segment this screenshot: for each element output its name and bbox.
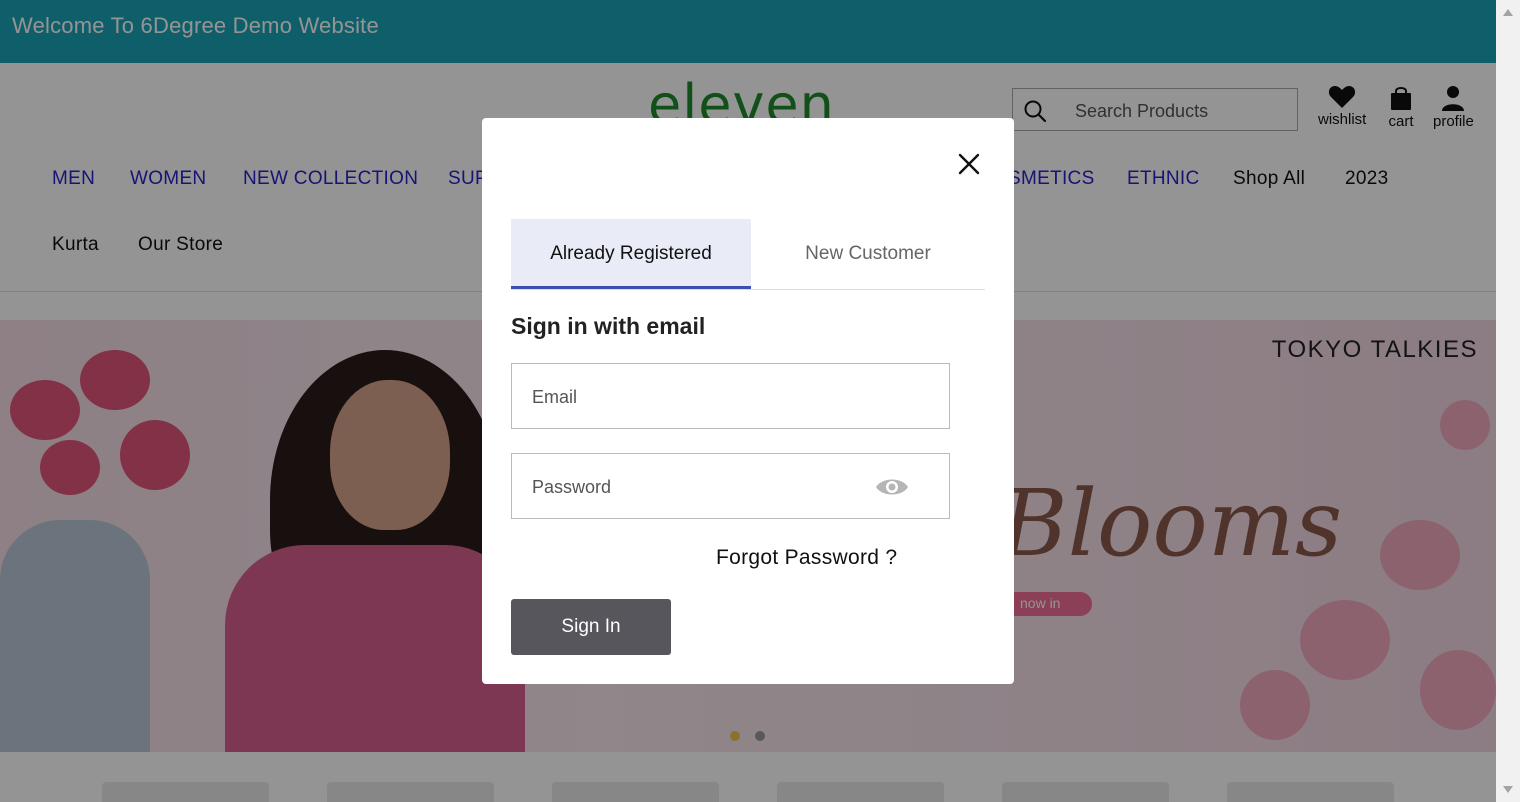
login-modal: Already Registered New Customer Sign in …: [482, 118, 1014, 684]
scroll-down-arrow-icon[interactable]: [1503, 786, 1513, 793]
sign-in-button[interactable]: Sign In: [511, 599, 671, 655]
password-input[interactable]: [530, 474, 854, 500]
close-icon[interactable]: [956, 151, 982, 177]
scroll-up-arrow-icon[interactable]: [1503, 9, 1513, 16]
auth-tabs: Already Registered New Customer: [511, 219, 985, 290]
eye-icon[interactable]: [875, 473, 909, 501]
tab-new-customer[interactable]: New Customer: [751, 219, 985, 289]
tab-already-registered[interactable]: Already Registered: [511, 219, 751, 289]
password-field: [511, 453, 950, 519]
page: Welcome To 6Degree Demo Website eleven w…: [0, 0, 1496, 802]
forgot-password-link[interactable]: Forgot Password ?: [716, 546, 897, 570]
scrollbar[interactable]: [1496, 0, 1520, 802]
email-input[interactable]: [530, 384, 854, 410]
signin-heading: Sign in with email: [511, 313, 706, 339]
email-field: [511, 363, 950, 429]
